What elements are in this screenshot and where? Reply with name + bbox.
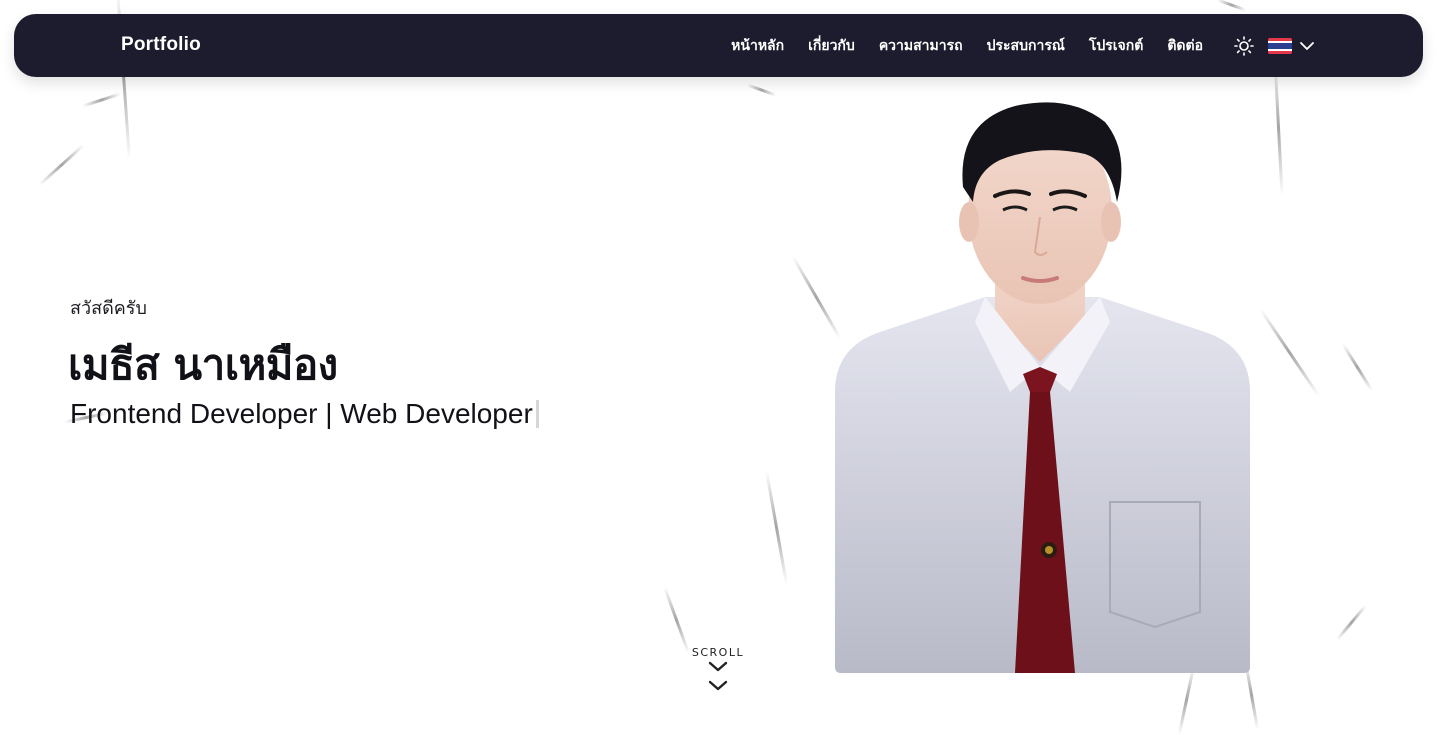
decorative-streak: [765, 470, 788, 585]
nav-link-home[interactable]: หน้าหลัก: [731, 35, 784, 57]
decorative-streak: [82, 92, 121, 108]
typing-caret: [535, 400, 539, 428]
nav-links: หน้าหลัก เกี่ยวกับ ความสามารถ ประสบการณ์…: [731, 14, 1203, 77]
decorative-streak: [38, 143, 85, 187]
decorative-streak: [1177, 665, 1196, 735]
navbar: Portfolio หน้าหลัก เกี่ยวกับ ความสามารถ …: [14, 14, 1423, 77]
decorative-streak: [1341, 343, 1374, 392]
scroll-indicator[interactable]: SCROLL: [688, 646, 748, 697]
hero-name: เมธีส นาเหมือง: [68, 340, 338, 389]
hero-role-line: Frontend Developer | Web Developer: [70, 398, 539, 430]
decorative-streak: [1258, 308, 1321, 397]
scroll-label: SCROLL: [691, 646, 745, 659]
double-chevron-down-icon: [708, 661, 728, 691]
profile-photo: [835, 102, 1250, 673]
brand-logo[interactable]: Portfolio: [121, 34, 201, 56]
nav-link-skills[interactable]: ความสามารถ: [879, 35, 963, 57]
decorative-streak: [746, 83, 777, 97]
decorative-streak: [1273, 60, 1284, 195]
nav-link-projects[interactable]: โปรเจกต์: [1089, 35, 1143, 57]
language-selector[interactable]: [1268, 36, 1316, 56]
hero-greeting: สวัสดีครับ: [70, 298, 147, 319]
thai-flag-icon: [1268, 38, 1292, 54]
chevron-down-icon: [1300, 42, 1314, 50]
sun-icon: [1234, 36, 1254, 56]
theme-toggle-button[interactable]: [1233, 35, 1255, 57]
decorative-streak: [1216, 0, 1247, 12]
hero-role: Frontend Developer | Web Developer: [70, 398, 533, 429]
nav-link-contact[interactable]: ติดต่อ: [1167, 35, 1203, 57]
nav-link-about[interactable]: เกี่ยวกับ: [808, 35, 855, 57]
decorative-streak: [663, 586, 690, 654]
nav-link-experience[interactable]: ประสบการณ์: [987, 35, 1065, 57]
decorative-streak: [1335, 604, 1368, 641]
